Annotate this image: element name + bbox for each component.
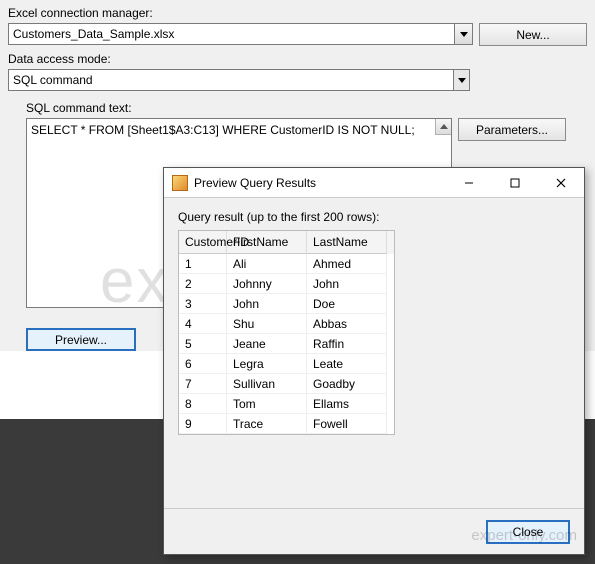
table-cell: Leate [307, 354, 387, 374]
data-access-mode-combo[interactable]: SQL command [8, 69, 470, 91]
chevron-down-icon[interactable] [454, 24, 472, 44]
table-cell: 2 [179, 274, 227, 294]
close-icon[interactable] [538, 168, 584, 198]
table-cell: Shu [227, 314, 307, 334]
results-grid: CustomerID FirstName LastName 1AliAhmed2… [178, 230, 395, 435]
table-cell: Goadby [307, 374, 387, 394]
table-cell: 1 [179, 254, 227, 274]
table-cell: Johnny [227, 274, 307, 294]
scroll-up-icon[interactable] [435, 119, 451, 135]
table-cell: Tom [227, 394, 307, 414]
table-cell: 8 [179, 394, 227, 414]
app-icon [172, 175, 188, 191]
table-cell: Ellams [307, 394, 387, 414]
query-result-hint: Query result (up to the first 200 rows): [178, 210, 379, 224]
column-header[interactable]: LastName [307, 231, 387, 254]
new-connection-button[interactable]: New... [479, 23, 587, 46]
table-row[interactable]: 9TraceFowell [179, 414, 394, 434]
sql-command-text-label: SQL command text: [26, 101, 587, 115]
preview-button[interactable]: Preview... [26, 328, 136, 351]
table-cell: 3 [179, 294, 227, 314]
minimize-icon[interactable] [446, 168, 492, 198]
table-cell: Ali [227, 254, 307, 274]
data-access-mode-label: Data access mode: [8, 52, 587, 66]
grid-body: 1AliAhmed2JohnnyJohn3JohnDoe4ShuAbbas5Je… [179, 254, 394, 434]
table-row[interactable]: 8TomEllams [179, 394, 394, 414]
table-row[interactable]: 7SullivanGoadby [179, 374, 394, 394]
table-cell: Trace [227, 414, 307, 434]
table-cell: 9 [179, 414, 227, 434]
dialog-titlebar[interactable]: Preview Query Results [164, 168, 584, 198]
table-cell: Jeane [227, 334, 307, 354]
table-cell: Abbas [307, 314, 387, 334]
table-row[interactable]: 6LegraLeate [179, 354, 394, 374]
sql-command-content: SELECT * FROM [Sheet1$A3:C13] WHERE Cust… [31, 123, 415, 137]
table-cell: 6 [179, 354, 227, 374]
table-cell: Doe [307, 294, 387, 314]
data-access-mode-value: SQL command [13, 73, 93, 87]
connection-manager-label: Excel connection manager: [8, 6, 587, 20]
table-cell: John [307, 274, 387, 294]
table-cell: Raffin [307, 334, 387, 354]
table-row[interactable]: 5JeaneRaffin [179, 334, 394, 354]
table-cell: 4 [179, 314, 227, 334]
table-cell: Sullivan [227, 374, 307, 394]
maximize-icon[interactable] [492, 168, 538, 198]
grid-header: CustomerID FirstName LastName [179, 231, 394, 254]
table-cell: Legra [227, 354, 307, 374]
table-row[interactable]: 1AliAhmed [179, 254, 394, 274]
connection-manager-combo[interactable]: Customers_Data_Sample.xlsx [8, 23, 473, 45]
table-cell: Fowell [307, 414, 387, 434]
table-row[interactable]: 2JohnnyJohn [179, 274, 394, 294]
preview-results-dialog: Preview Query Results Query result (up t… [163, 167, 585, 555]
table-cell: John [227, 294, 307, 314]
connection-manager-value: Customers_Data_Sample.xlsx [13, 27, 174, 41]
chevron-down-icon[interactable] [453, 70, 469, 90]
close-button[interactable]: Close [486, 520, 570, 544]
table-row[interactable]: 3JohnDoe [179, 294, 394, 314]
table-cell: 5 [179, 334, 227, 354]
table-cell: Ahmed [307, 254, 387, 274]
table-cell: 7 [179, 374, 227, 394]
parameters-button[interactable]: Parameters... [458, 118, 566, 141]
dialog-title: Preview Query Results [194, 176, 446, 190]
column-header[interactable]: CustomerID [179, 231, 227, 254]
table-row[interactable]: 4ShuAbbas [179, 314, 394, 334]
column-header[interactable]: FirstName [227, 231, 307, 254]
